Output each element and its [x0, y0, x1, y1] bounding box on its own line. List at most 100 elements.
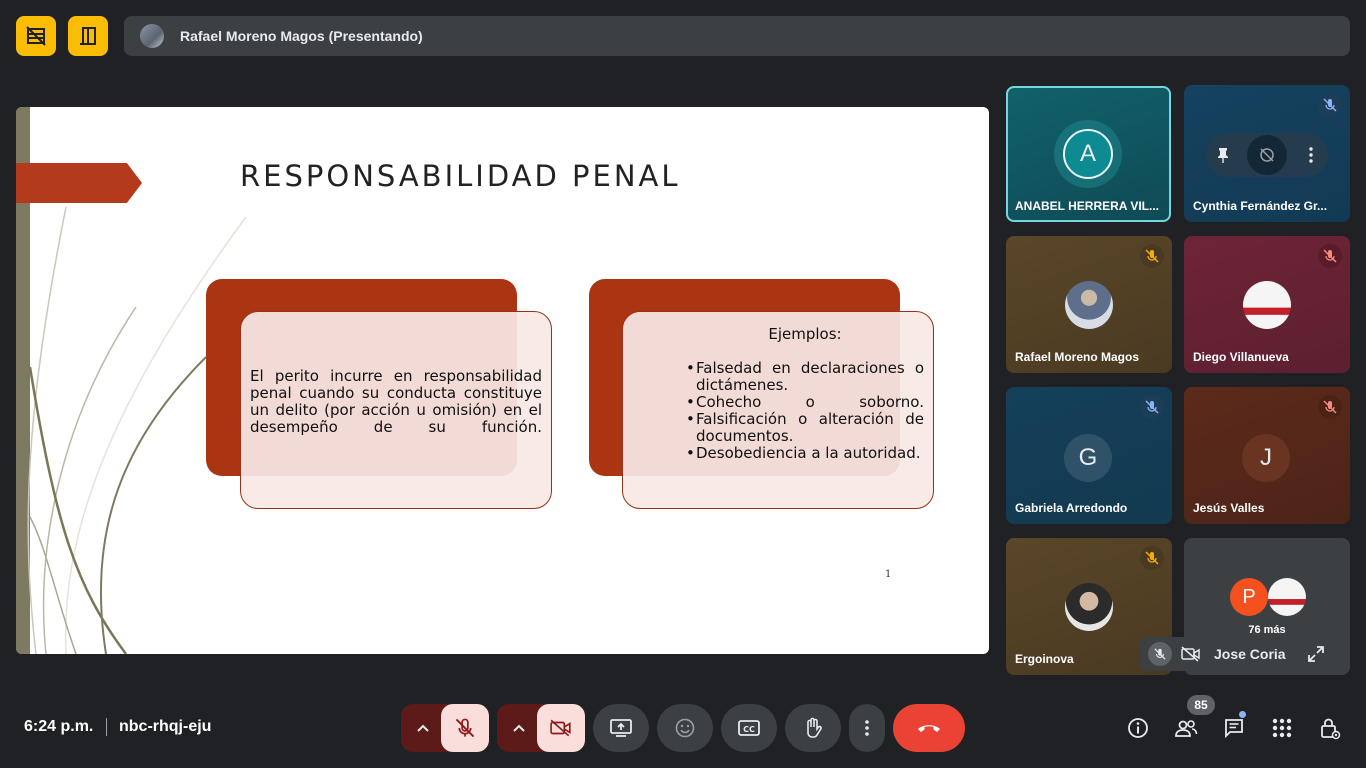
- host-controls-icon: [1321, 718, 1341, 740]
- participant-name: Gabriela Arredondo: [1015, 501, 1128, 515]
- captions-icon: CC: [738, 720, 760, 736]
- presenter-bar: Rafael Moreno Magos (Presentando): [124, 16, 1350, 56]
- participant-name: Diego Villanueva: [1193, 350, 1289, 364]
- mic-off-icon: [1323, 249, 1337, 263]
- mic-off-indicator: [1140, 244, 1164, 268]
- mic-off-icon: [1154, 648, 1166, 660]
- list-item: Falsedad en declaraciones o dictámenes.: [686, 360, 924, 394]
- mic-toggle-button[interactable]: [441, 704, 489, 752]
- self-name: Jose Coria: [1214, 646, 1286, 662]
- mute-participant-icon[interactable]: [1258, 146, 1276, 164]
- examples-list: Falsedad en declaraciones o dictámenes. …: [686, 360, 924, 463]
- avatar: [1268, 578, 1306, 616]
- box2-content: Ejemplos: Falsedad en declaraciones o di…: [686, 325, 924, 463]
- participant-name: Cynthia Fernández Gr...: [1193, 199, 1328, 213]
- pin-icon[interactable]: [1214, 146, 1232, 164]
- avatar: [1243, 281, 1291, 329]
- box2-heading: Ejemplos:: [768, 325, 842, 343]
- avatar: A: [1063, 129, 1113, 179]
- apps-icon: [1272, 718, 1292, 738]
- meeting-code: nbc-rhqj-eju: [119, 718, 212, 735]
- present-button[interactable]: [593, 704, 649, 752]
- mic-off-icon: [1145, 551, 1159, 565]
- mic-off-icon: [455, 718, 475, 738]
- self-view-bar[interactable]: Jose Coria: [1140, 637, 1333, 671]
- chat-button[interactable]: [1214, 708, 1254, 748]
- participant-name: Ergoinova: [1015, 652, 1074, 666]
- presentation-slide: RESPONSABILIDAD PENAL El perito incurre …: [16, 107, 989, 654]
- mic-off-icon: [1145, 400, 1159, 414]
- present-screen-icon: [610, 719, 632, 737]
- exit-layout-button[interactable]: [68, 16, 108, 56]
- more-count: 76 más: [1248, 624, 1286, 636]
- reactions-button[interactable]: [657, 704, 713, 752]
- title-arrow: [16, 163, 142, 203]
- mic-off-icon: [1323, 400, 1337, 414]
- mic-off-indicator: [1140, 395, 1164, 419]
- video-options-button[interactable]: [497, 704, 541, 752]
- participant-name: Rafael Moreno Magos: [1015, 350, 1140, 364]
- presenter-avatar: [140, 24, 164, 48]
- self-mic-off-button[interactable]: [1148, 642, 1172, 666]
- camera-off-icon[interactable]: [1181, 646, 1201, 662]
- camera-off-icon: [550, 719, 571, 737]
- mic-off-indicator: [1318, 244, 1342, 268]
- end-call-button[interactable]: [893, 704, 965, 752]
- participant-tile[interactable]: A ANABEL HERRERA VIL...: [1006, 86, 1171, 222]
- expand-icon[interactable]: [1307, 645, 1325, 663]
- exit-door-icon: [80, 27, 96, 45]
- activities-button[interactable]: [1262, 708, 1302, 748]
- list-item: Cohecho o soborno.: [686, 394, 924, 412]
- svg-text:CC: CC: [743, 725, 755, 734]
- avatar: [1065, 281, 1113, 329]
- chevron-up-icon: [417, 724, 429, 732]
- camera-toggle-button[interactable]: [537, 704, 585, 752]
- list-item: Falsificación o alteración de documentos…: [686, 411, 924, 445]
- mic-off-indicator: [1318, 93, 1342, 117]
- people-count-badge: 85: [1187, 695, 1215, 715]
- chevron-up-icon: [513, 724, 525, 732]
- captions-button[interactable]: CC: [721, 704, 777, 752]
- emoji-icon: [675, 718, 695, 738]
- mic-off-indicator: [1318, 395, 1342, 419]
- more-vert-icon: [865, 720, 869, 736]
- box1-text: El perito incurre en responsabilidad pen…: [250, 367, 542, 436]
- tile-hover-controls: [1206, 133, 1328, 177]
- clock: 6:24 p.m.: [24, 718, 94, 735]
- avatar: [1065, 583, 1113, 631]
- mic-off-icon: [1145, 249, 1159, 263]
- divider: [106, 718, 107, 736]
- participant-name: ANABEL HERRERA VIL...: [1015, 199, 1160, 213]
- mic-off-icon: [1323, 98, 1337, 112]
- video-control-group: [497, 704, 585, 752]
- participant-tile[interactable]: Cynthia Fernández Gr...: [1184, 85, 1350, 222]
- chat-unread-dot: [1239, 711, 1246, 718]
- chat-icon: [1225, 719, 1243, 739]
- mic-off-indicator: [1140, 546, 1164, 570]
- participant-tile[interactable]: J Jesús Valles: [1184, 387, 1350, 524]
- raise-hand-icon: [807, 717, 822, 738]
- lines-off-icon: [26, 26, 46, 46]
- hide-self-view-button[interactable]: [16, 16, 56, 56]
- audio-options-button[interactable]: [401, 704, 445, 752]
- participant-tile[interactable]: G Gabriela Arredondo: [1006, 387, 1172, 524]
- list-item: Desobediencia a la autoridad.: [686, 445, 924, 463]
- raise-hand-button[interactable]: [785, 704, 841, 752]
- info-icon: [1128, 718, 1148, 738]
- meeting-details-button[interactable]: [1118, 708, 1158, 748]
- avatar: G: [1064, 434, 1112, 482]
- participant-name: Jesús Valles: [1193, 501, 1265, 515]
- host-controls-button[interactable]: [1310, 708, 1350, 748]
- people-icon: [1175, 720, 1198, 737]
- participant-tile[interactable]: Rafael Moreno Magos: [1006, 236, 1172, 373]
- slide-title: RESPONSABILIDAD PENAL: [240, 159, 681, 193]
- participant-tile[interactable]: Diego Villanueva: [1184, 236, 1350, 373]
- audio-control-group: [401, 704, 489, 752]
- presenter-name: Rafael Moreno Magos (Presentando): [180, 28, 423, 44]
- avatar: J: [1242, 434, 1290, 482]
- avatar: P: [1230, 578, 1268, 616]
- more-options-button[interactable]: [849, 704, 885, 752]
- slide-page-number: 1: [885, 569, 892, 580]
- more-vert-icon[interactable]: [1302, 146, 1320, 164]
- end-call-icon: [918, 725, 940, 732]
